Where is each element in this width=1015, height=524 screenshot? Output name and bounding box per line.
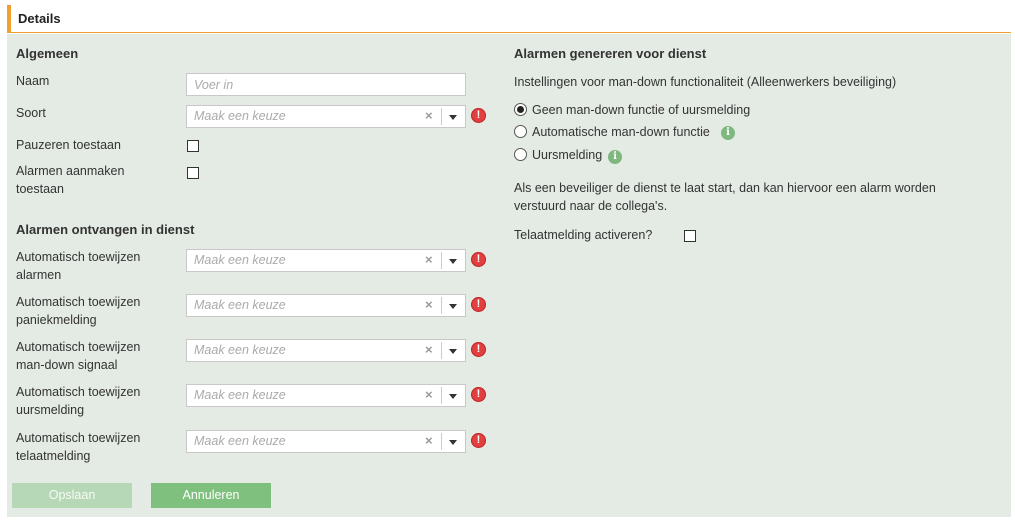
type-label: Soort: [16, 106, 46, 120]
info-icon[interactable]: i: [608, 150, 622, 164]
create-alarms-checkbox[interactable]: [187, 167, 199, 179]
assign-late-label-line1: Automatisch toewijzen: [16, 431, 141, 445]
general-section-title: Algemeen: [16, 46, 79, 61]
select-divider: [441, 108, 442, 125]
clear-icon[interactable]: ×: [425, 433, 433, 448]
chevron-down-icon[interactable]: [449, 440, 457, 445]
radio-no-mandown[interactable]: [514, 103, 527, 116]
radio-hourly-label: Uursmelding: [532, 148, 603, 162]
select-placeholder: Maak een keuze: [194, 298, 286, 312]
mandown-settings-text: Instellingen voor man-down functionalite…: [514, 75, 897, 89]
radio-auto-mandown[interactable]: [514, 125, 527, 138]
clear-icon[interactable]: ×: [425, 108, 433, 123]
type-select[interactable]: Maak een keuze ×: [186, 105, 466, 128]
assign-mandown-label-line2: man-down signaal: [16, 358, 118, 372]
clear-icon[interactable]: ×: [425, 387, 433, 402]
chevron-down-icon[interactable]: [449, 349, 457, 354]
error-icon: !: [471, 252, 486, 267]
assign-alarms-select[interactable]: Maak een keuze ×: [186, 249, 466, 272]
select-placeholder: Maak een keuze: [194, 253, 286, 267]
details-panel: Algemeen Naam Soort Maak een keuze × ! P…: [7, 34, 1011, 517]
receive-section-title: Alarmen ontvangen in dienst: [16, 222, 195, 237]
assign-mandown-label-line1: Automatisch toewijzen: [16, 340, 141, 354]
type-select-placeholder: Maak een keuze: [194, 109, 286, 123]
create-alarms-label-line1: Alarmen aanmaken: [16, 164, 125, 178]
late-activate-checkbox[interactable]: [684, 230, 696, 242]
chevron-down-icon[interactable]: [449, 115, 457, 120]
error-icon: !: [471, 108, 486, 123]
assign-alarms-label-line1: Automatisch toewijzen: [16, 250, 141, 264]
chevron-down-icon[interactable]: [449, 394, 457, 399]
late-info-line1: Als een beveiliger de dienst te laat sta…: [514, 181, 936, 195]
select-placeholder: Maak een keuze: [194, 343, 286, 357]
error-icon: !: [471, 387, 486, 402]
generate-section-title: Alarmen genereren voor dienst: [514, 46, 707, 61]
assign-panic-label-line1: Automatisch toewijzen: [16, 295, 141, 309]
radio-no-mandown-label: Geen man-down functie of uursmelding: [532, 103, 751, 117]
radio-auto-mandown-label: Automatische man-down functie: [532, 125, 710, 139]
assign-panic-label-line2: paniekmelding: [16, 313, 97, 327]
radio-hourly[interactable]: [514, 148, 527, 161]
name-input[interactable]: [186, 73, 466, 96]
clear-icon[interactable]: ×: [425, 252, 433, 267]
name-label: Naam: [16, 74, 50, 88]
create-alarms-label-line2: toestaan: [16, 182, 64, 196]
select-divider: [441, 342, 442, 359]
assign-late-select[interactable]: Maak een keuze ×: [186, 430, 466, 453]
select-divider: [441, 433, 442, 450]
assign-hourly-select[interactable]: Maak een keuze ×: [186, 384, 466, 407]
pause-checkbox[interactable]: [187, 140, 199, 152]
assign-late-label-line2: telaatmelding: [16, 449, 91, 463]
late-info-line2: verstuurd naar de collega's.: [514, 199, 668, 213]
details-header: Details: [7, 5, 1011, 33]
assign-hourly-label-line2: uursmelding: [16, 403, 85, 417]
assign-alarms-label-line2: alarmen: [16, 268, 62, 282]
select-divider: [441, 297, 442, 314]
select-divider: [441, 387, 442, 404]
error-icon: !: [471, 342, 486, 357]
info-icon[interactable]: i: [721, 126, 735, 140]
cancel-button[interactable]: Annuleren: [151, 483, 271, 508]
assign-mandown-select[interactable]: Maak een keuze ×: [186, 339, 466, 362]
assign-panic-select[interactable]: Maak een keuze ×: [186, 294, 466, 317]
select-divider: [441, 252, 442, 269]
chevron-down-icon[interactable]: [449, 304, 457, 309]
select-placeholder: Maak een keuze: [194, 388, 286, 402]
pause-label: Pauzeren toestaan: [16, 138, 121, 152]
select-placeholder: Maak een keuze: [194, 434, 286, 448]
save-button[interactable]: Opslaan: [12, 483, 132, 508]
late-activate-label: Telaatmelding activeren?: [514, 228, 653, 242]
details-title: Details: [18, 11, 61, 26]
assign-hourly-label-line1: Automatisch toewijzen: [16, 385, 141, 399]
clear-icon[interactable]: ×: [425, 297, 433, 312]
error-icon: !: [471, 433, 486, 448]
clear-icon[interactable]: ×: [425, 342, 433, 357]
chevron-down-icon[interactable]: [449, 259, 457, 264]
error-icon: !: [471, 297, 486, 312]
